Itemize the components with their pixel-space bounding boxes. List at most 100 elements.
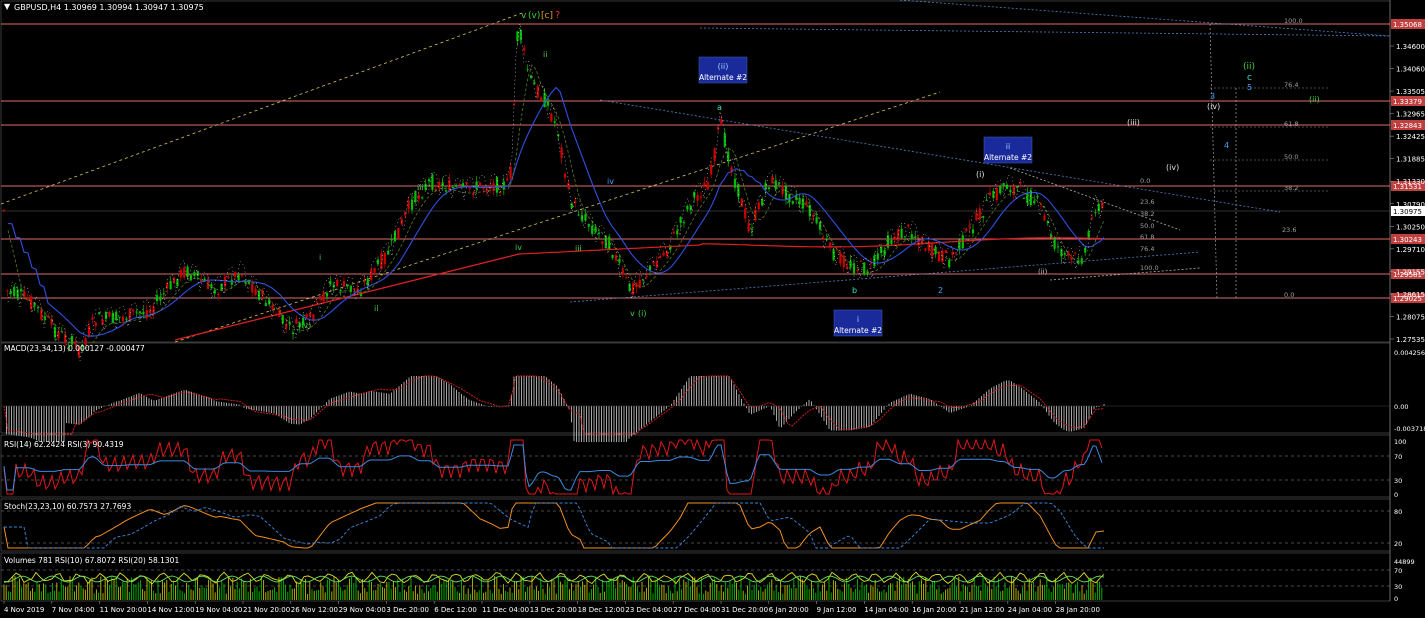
candle-body xyxy=(951,252,954,255)
candle-body xyxy=(689,205,692,211)
time-tick-label: 6 Dec 12:00 xyxy=(434,606,477,614)
candle-body xyxy=(992,190,995,198)
candle-body xyxy=(910,234,913,240)
candle-body xyxy=(329,281,332,285)
candle-body xyxy=(315,301,318,303)
candle-body xyxy=(1012,185,1015,196)
candle-body xyxy=(179,269,182,278)
candle-body xyxy=(526,69,529,71)
candle-body xyxy=(614,255,618,261)
candle-body xyxy=(1019,182,1022,184)
candle-body xyxy=(999,186,1002,194)
candle-body xyxy=(366,278,369,286)
candle-body xyxy=(699,196,703,198)
candle-body xyxy=(393,230,397,242)
alt-box-ii-top[interactable]: (ii) Alternate #2 xyxy=(698,56,747,84)
trendline xyxy=(699,27,1391,37)
candle-body xyxy=(410,199,414,210)
candle-body xyxy=(563,173,567,178)
candle-body xyxy=(118,316,121,318)
alt-box-i-bottom[interactable]: i Alternate #2 xyxy=(833,309,882,337)
candle-body xyxy=(176,278,179,287)
candle-body xyxy=(1050,234,1053,238)
candle-body xyxy=(876,253,879,260)
candle-body xyxy=(169,280,172,289)
candle-body xyxy=(580,215,584,221)
candle-body xyxy=(98,312,101,315)
candle-body xyxy=(36,307,40,309)
time-tick-label: 27 Dec 04:00 xyxy=(673,606,720,614)
candle-body xyxy=(948,259,951,268)
candle-body xyxy=(421,197,424,199)
candle-body xyxy=(863,262,866,275)
candle-body xyxy=(618,258,621,263)
candle-body xyxy=(716,126,720,130)
wave-label-iv-paren-right: (iv) xyxy=(1166,163,1179,172)
chart-canvas[interactable]: 1.350681.333791.328431.315311.309751.302… xyxy=(0,0,1425,618)
candle-body xyxy=(1056,246,1060,248)
alt-box-label-1: ii xyxy=(1006,142,1010,151)
candle-body xyxy=(271,305,274,310)
candle-body xyxy=(604,235,607,249)
candle-body xyxy=(1060,249,1063,257)
trading-chart-window[interactable]: 1.35068 1.33379 1.32843 1.31531 1.30975 1.302… xyxy=(0,0,1425,618)
candle-body xyxy=(94,322,97,326)
candle-body xyxy=(251,283,254,293)
candle-body xyxy=(363,280,366,283)
wave-label-ii-green-2: (ii) xyxy=(1309,95,1320,104)
wave-label-a: a xyxy=(717,103,722,112)
candle-body xyxy=(2,209,6,211)
candle-body xyxy=(478,182,482,187)
candle-body xyxy=(975,212,978,221)
candle-body xyxy=(26,297,29,300)
candle-body xyxy=(954,252,958,254)
candle-body xyxy=(183,267,186,278)
wave-label-i-bottom: (i) xyxy=(638,309,646,318)
candle-body xyxy=(152,306,155,314)
price-tick-label: 1.33505 xyxy=(1396,88,1425,96)
panel-frames xyxy=(0,0,1391,602)
candle-body xyxy=(1073,252,1077,254)
time-tick-label: 19 Nov 04:00 xyxy=(195,606,242,614)
candle-body xyxy=(757,202,760,210)
alt-box-label-1: i xyxy=(857,315,859,324)
candle-body xyxy=(676,230,679,235)
candle-body xyxy=(461,183,465,187)
candle-body xyxy=(968,225,971,228)
time-axis: 4 Nov 2019 7 Nov 04:00 11 Nov 20:00 14 Nov … xyxy=(3,601,1100,614)
candle-body xyxy=(988,192,992,196)
candle-body xyxy=(322,293,325,302)
rsi-tick: 30 xyxy=(1394,477,1402,485)
candle-body xyxy=(291,332,295,335)
candle-body xyxy=(740,198,743,207)
time-tick-label: 3 Dec 20:00 xyxy=(386,606,429,614)
candle-body xyxy=(822,238,825,241)
candle-body xyxy=(244,281,247,284)
time-tick-label: 28 Jan 20:00 xyxy=(1056,606,1100,614)
fib-right-label: 38.2 xyxy=(1284,184,1298,192)
time-tick-label: 14 Nov 12:00 xyxy=(147,606,194,614)
fib-mid-label: 100.0 xyxy=(1140,264,1159,272)
candle-body xyxy=(1094,212,1097,214)
candle-body xyxy=(308,312,312,317)
alt-box-ii-right[interactable]: ii Alternate #2 xyxy=(983,136,1032,164)
candle-body xyxy=(978,208,981,220)
wave-label-2: 2 xyxy=(938,286,943,295)
candle-body xyxy=(407,200,410,210)
fib-mid-label: 23.6 xyxy=(1282,226,1296,234)
trendlines[interactable]: 100.0 76.4 61.8 50.0 38.2 0.0 0.0 23.6 38.2 50.0 6… xyxy=(0,0,1391,343)
candle-body xyxy=(659,255,662,258)
chart-menu-icon[interactable]: ▼ xyxy=(4,2,11,11)
wave-label-5: 5 xyxy=(1247,83,1252,92)
candle-body xyxy=(965,228,968,231)
candle-body xyxy=(325,293,329,297)
candle-body xyxy=(319,295,322,300)
wave-label-question: ? xyxy=(555,10,560,21)
rsi-tick: 100 xyxy=(1394,438,1406,446)
candle-body xyxy=(880,246,883,253)
candle-body xyxy=(1097,203,1100,212)
candle-body xyxy=(883,249,886,256)
candle-body xyxy=(720,119,723,125)
candle-body xyxy=(441,182,444,187)
price-tick-label: 1.30250 xyxy=(1396,223,1425,231)
